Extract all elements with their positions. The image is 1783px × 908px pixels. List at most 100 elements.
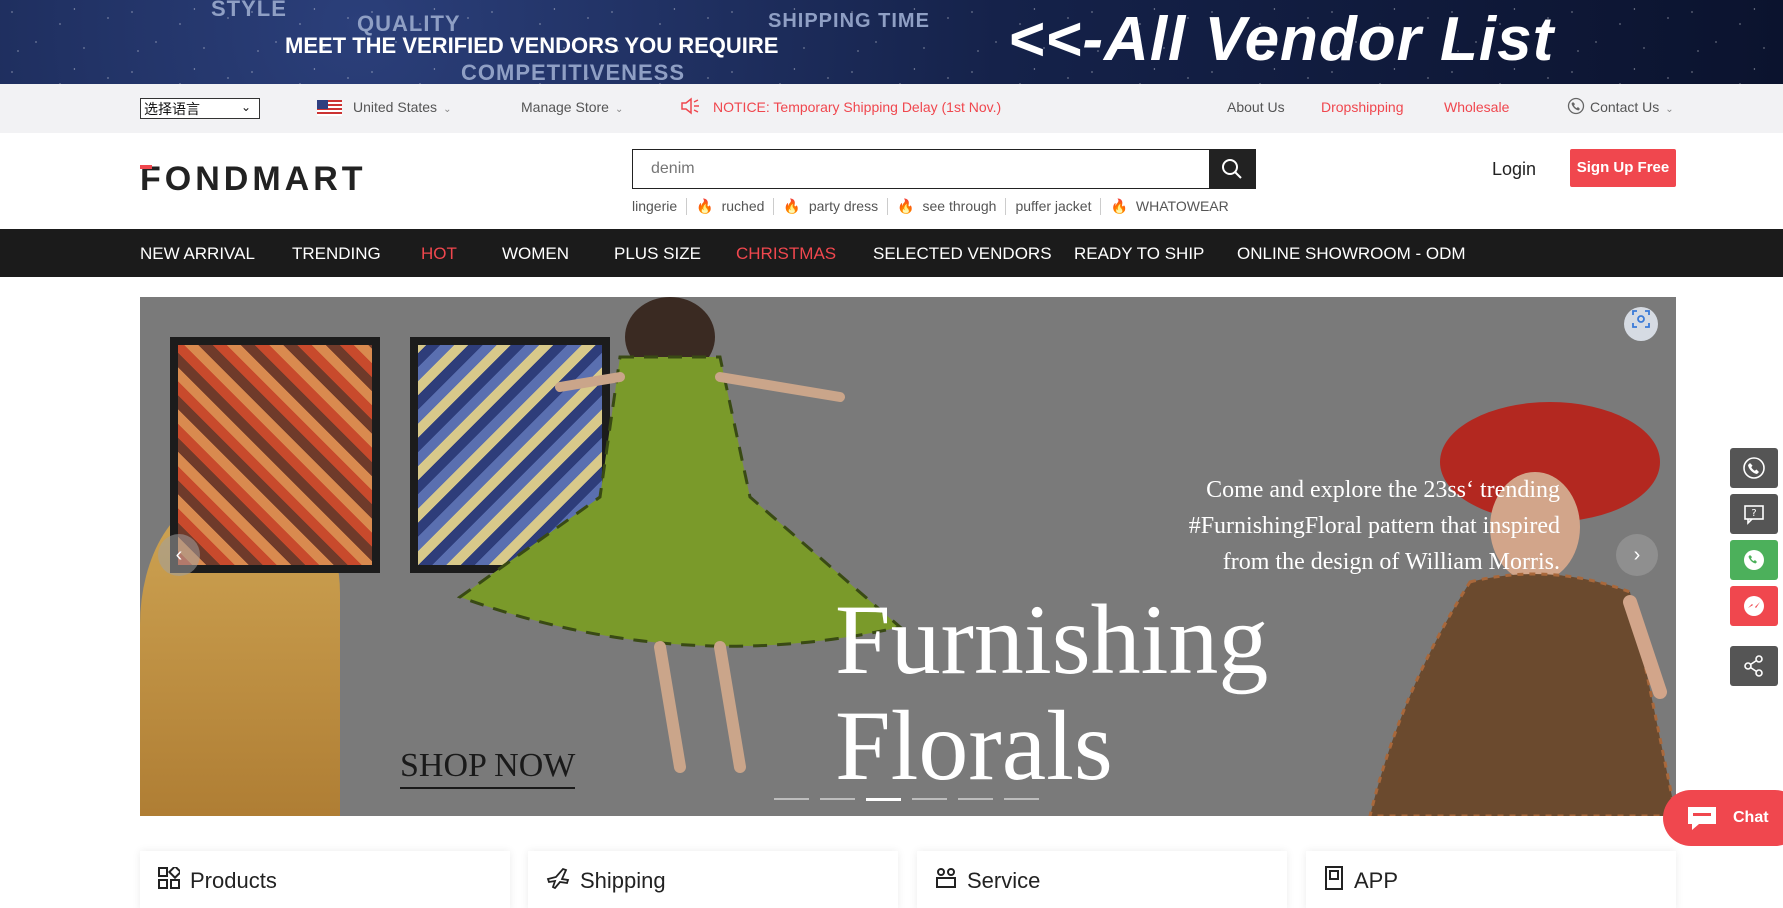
hot-term-link[interactable]: lingerie	[632, 198, 686, 215]
phone-icon	[1567, 97, 1585, 120]
logo-accent	[140, 165, 152, 169]
contact-us-menu[interactable]: Contact Us ⌄	[1590, 99, 1674, 115]
card-label: Products	[190, 868, 277, 893]
hot-term-label: lingerie	[632, 198, 678, 214]
chevron-down-icon: ⌄	[614, 104, 624, 115]
service-card[interactable]: Service	[917, 851, 1287, 908]
manage-store-menu[interactable]: Manage Store ⌄	[521, 99, 623, 115]
nav-new-arrival[interactable]: NEW ARRIVAL	[140, 244, 255, 264]
nav-christmas[interactable]: CHRISTMAS	[736, 244, 836, 264]
hot-search-terms: lingerie 🔥 ruched 🔥 party dress 🔥 see throu…	[632, 198, 1238, 215]
carousel-dot[interactable]	[912, 798, 947, 800]
search-icon	[1222, 159, 1242, 179]
fondmart-logo[interactable]: FONDMART	[140, 160, 367, 199]
chevron-down-icon: ⌄	[443, 104, 452, 115]
card-label: Service	[967, 868, 1041, 893]
main-nav: NEW ARRIVAL TRENDING HOT WOMEN PLUS SIZE…	[0, 229, 1783, 277]
banner-watermark: SHIPPING TIME	[768, 10, 930, 32]
country-label: United States	[353, 99, 438, 115]
hero-copy-line: #FurnishingFloral pattern that inspired	[1188, 513, 1560, 539]
chevron-down-icon: ⌄	[1665, 104, 1674, 115]
hero-title-line: Florals	[835, 690, 1113, 801]
card-label: Shipping	[580, 868, 666, 893]
hero-carousel[interactable]: Come and explore the 23ss‘ trending #Fur…	[140, 297, 1676, 816]
hot-term-link[interactable]: 🔥 ruched	[686, 198, 773, 215]
nav-online-showroom[interactable]: ONLINE SHOWROOM - ODM	[1237, 244, 1466, 264]
question-chat-icon: ?	[1744, 505, 1764, 525]
whatsapp-button[interactable]	[1730, 540, 1778, 580]
banner-tagline: MEET THE VERIFIED VENDORS YOU REQUIRE	[285, 33, 779, 58]
hot-term-link[interactable]: 🔥 WHATOWEAR	[1100, 198, 1237, 215]
contact-us-label: Contact Us	[1590, 99, 1660, 115]
share-button[interactable]	[1730, 646, 1778, 686]
nav-selected-vendors[interactable]: SELECTED VENDORS	[873, 244, 1052, 264]
share-icon	[1744, 655, 1763, 677]
hot-term-label: see through	[922, 198, 997, 214]
carousel-dot[interactable]	[774, 798, 809, 800]
shipping-card[interactable]: Shipping	[528, 851, 898, 908]
carousel-dot[interactable]	[1004, 798, 1039, 800]
shipping-notice-link[interactable]: NOTICE: Temporary Shipping Delay (1st No…	[713, 99, 1001, 115]
flame-icon: 🔥	[696, 198, 714, 214]
language-select-value: 选择语言	[144, 101, 200, 117]
country-selector[interactable]: United States ⌄	[353, 99, 451, 115]
hot-term-link[interactable]: puffer jacket	[1005, 198, 1100, 215]
hot-term-link[interactable]: 🔥 see through	[887, 198, 1005, 215]
app-card[interactable]: APP	[1306, 851, 1676, 908]
hero-title: Furnishing Florals	[835, 587, 1268, 799]
image-search-icon[interactable]	[1624, 307, 1658, 341]
nav-plus-size[interactable]: PLUS SIZE	[614, 244, 701, 264]
language-select[interactable]: 选择语言 ⌄	[140, 98, 260, 119]
faq-button[interactable]: ?	[1730, 494, 1778, 534]
utility-bar: 选择语言 ⌄ United States ⌄ Manage Store ⌄ NOTI…	[0, 84, 1783, 133]
shop-now-link[interactable]: SHOP NOW	[400, 747, 576, 789]
phone-app-icon	[1324, 866, 1344, 896]
messenger-button[interactable]	[1730, 586, 1778, 626]
banner-watermark: COMPETITIVENESS	[461, 60, 686, 84]
plane-icon	[546, 867, 570, 895]
messenger-icon	[1744, 596, 1764, 616]
carousel-prev-button[interactable]: ‹	[158, 534, 200, 576]
flame-icon: 🔥	[783, 198, 801, 214]
chat-button[interactable]: Chat	[1663, 790, 1783, 846]
hot-term-label: puffer jacket	[1015, 198, 1092, 214]
products-card[interactable]: Products	[140, 851, 510, 908]
svg-text:?: ?	[1751, 508, 1756, 519]
logo-text: FONDMART	[140, 160, 367, 198]
carousel-next-button[interactable]: ›	[1616, 534, 1658, 576]
hero-description: Come and explore the 23ss‘ trending #Fur…	[900, 472, 1560, 580]
hot-term-link[interactable]: 🔥 party dress	[773, 198, 887, 215]
carousel-dot[interactable]	[820, 798, 855, 800]
hot-term-label: WHATOWEAR	[1135, 198, 1229, 214]
carousel-indicators	[774, 798, 1039, 801]
hero-title-line: Furnishing	[835, 584, 1269, 695]
hot-term-label: party dress	[808, 198, 879, 214]
nav-hot[interactable]: HOT	[421, 244, 457, 264]
manage-store-label: Manage Store	[521, 99, 609, 115]
flame-icon: 🔥	[1110, 198, 1128, 214]
hero-copy-line: from the design of William Morris.	[1222, 549, 1560, 575]
about-us-link[interactable]: About Us	[1227, 99, 1285, 115]
wholesale-link[interactable]: Wholesale	[1444, 99, 1509, 115]
phone-contact-button[interactable]	[1730, 448, 1778, 488]
vendor-list-banner[interactable]: STYLE QUALITY SHIPPING TIME COMPETITIVEN…	[0, 0, 1783, 84]
search-button[interactable]	[1209, 150, 1255, 188]
nav-ready-to-ship[interactable]: READY TO SHIP	[1074, 244, 1204, 264]
nav-women[interactable]: WOMEN	[502, 244, 569, 264]
hot-term-label: ruched	[721, 198, 765, 214]
dropshipping-link[interactable]: Dropshipping	[1321, 99, 1404, 115]
chevron-down-icon: ⌄	[240, 100, 251, 114]
whatsapp-icon	[1744, 550, 1764, 570]
service-icon	[935, 867, 957, 895]
carousel-dot[interactable]	[958, 798, 993, 800]
login-link[interactable]: Login	[1492, 159, 1536, 180]
flame-icon: 🔥	[897, 198, 915, 214]
search-input[interactable]	[633, 150, 1209, 188]
floral-artwork-frame	[170, 337, 380, 573]
carousel-dot-active[interactable]	[866, 798, 901, 801]
all-vendor-list-link[interactable]: <<-All Vendor List	[1008, 4, 1554, 75]
sign-up-button[interactable]: Sign Up Free	[1570, 149, 1676, 187]
speaker-icon	[680, 97, 700, 120]
nav-trending[interactable]: TRENDING	[292, 244, 381, 264]
hero-model-red-hat	[1368, 402, 1676, 816]
